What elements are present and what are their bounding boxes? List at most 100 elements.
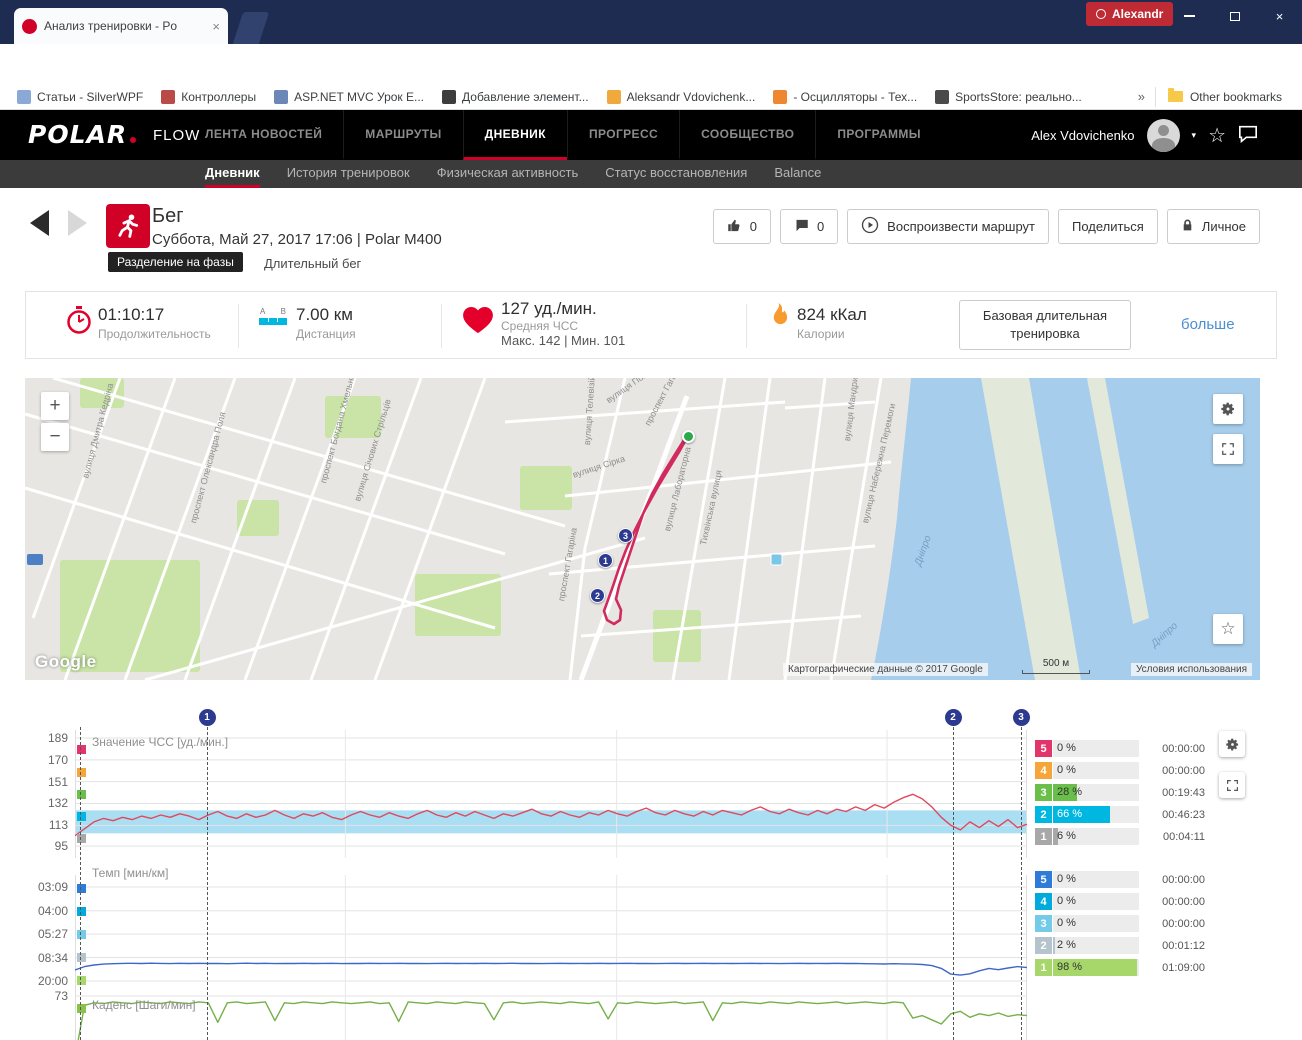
close-button[interactable]: × bbox=[1257, 0, 1302, 32]
bookmark-item[interactable]: - Осцилляторы - Тех... bbox=[764, 89, 926, 104]
subnav-item-2[interactable]: История тренировок bbox=[287, 160, 410, 188]
map-zoom-out-button[interactable]: − bbox=[41, 423, 69, 451]
map-fullscreen-button[interactable] bbox=[1213, 434, 1243, 464]
privacy-button[interactable]: Личное bbox=[1166, 209, 1260, 244]
bookmark-favicon-icon bbox=[935, 89, 950, 104]
nav-item-2[interactable]: МАРШРУТЫ bbox=[343, 110, 462, 160]
phase-divider-line bbox=[953, 727, 955, 1040]
calories-label: Калории bbox=[797, 327, 845, 341]
calories-value: 824 кКал bbox=[797, 305, 867, 324]
chevron-down-icon[interactable]: ▾ bbox=[1192, 130, 1197, 141]
pace-axis-tick: 05:27 bbox=[37, 927, 68, 942]
route-phase-marker[interactable]: 3 bbox=[618, 528, 633, 543]
zone-bar: 66 % bbox=[1053, 806, 1139, 823]
ruler-icon bbox=[259, 318, 287, 325]
nav-item-4[interactable]: ПРОГРЕСС bbox=[566, 110, 679, 160]
window-controls: × bbox=[1167, 0, 1302, 32]
subnav-item-1[interactable]: Дневник bbox=[205, 160, 260, 188]
user-name[interactable]: Alex Vdovichenko bbox=[1031, 128, 1134, 143]
map-canvas[interactable]: + − ☆ Google Картографические данные © 2… bbox=[25, 378, 1260, 680]
zone-percent: 28 % bbox=[1057, 786, 1083, 798]
training-benefit-button[interactable]: Базовая длительная тренировка bbox=[959, 300, 1131, 350]
new-tab-button[interactable] bbox=[232, 12, 270, 44]
zone-time: 00:01:12 bbox=[1162, 939, 1205, 952]
map-settings-button[interactable] bbox=[1213, 394, 1243, 424]
phase-marker[interactable]: 2 bbox=[944, 709, 962, 726]
pace-chart-canvas[interactable] bbox=[75, 875, 1027, 992]
hr-zone-chip bbox=[77, 834, 86, 843]
titlebar: Анализ тренировки - Po × Alexandr × bbox=[0, 0, 1302, 44]
zone-bar: 0 % bbox=[1053, 915, 1139, 932]
favorites-star-icon[interactable]: ☆ bbox=[1208, 123, 1226, 148]
bookmark-item[interactable]: SportsStore: реально... bbox=[926, 89, 1091, 104]
browser-tab[interactable]: Анализ тренировки - Po × bbox=[14, 8, 228, 44]
phase-marker[interactable]: 3 bbox=[1012, 709, 1030, 726]
nav-item-1[interactable]: ЛЕНТА НОВОСТЕЙ bbox=[184, 110, 343, 160]
browser-profile-button[interactable]: Alexandr bbox=[1086, 2, 1174, 26]
bookmark-item[interactable]: Контроллеры bbox=[152, 89, 265, 104]
route-phase-marker[interactable]: 2 bbox=[590, 588, 605, 603]
hr-zone-band bbox=[75, 810, 1027, 834]
minimize-button[interactable] bbox=[1167, 0, 1212, 32]
cadence-chart-canvas[interactable] bbox=[75, 992, 1027, 1040]
subnav-item-5[interactable]: Balance bbox=[774, 160, 821, 188]
map-favorite-button[interactable]: ☆ bbox=[1213, 614, 1243, 644]
phase-divider-line bbox=[80, 727, 82, 1040]
browser-window: Анализ тренировки - Po × Alexandr × ← → … bbox=[0, 0, 1302, 1040]
hr-axis-tick: 189 bbox=[47, 731, 68, 745]
tab-close-icon[interactable]: × bbox=[212, 19, 220, 34]
zone-percent: 6 % bbox=[1057, 830, 1076, 842]
pace-series-line bbox=[75, 962, 1027, 976]
bookmark-item[interactable]: ASP.NET MVC Урок Е... bbox=[265, 89, 433, 104]
avatar[interactable] bbox=[1146, 118, 1180, 152]
subnav-item-3[interactable]: Физическая активность bbox=[437, 160, 579, 188]
phase-split-tooltip[interactable]: Разделение на фазы bbox=[108, 252, 243, 272]
chart-settings-button[interactable] bbox=[1219, 731, 1245, 757]
subtitle-divider: | bbox=[356, 231, 361, 248]
nav-item-3[interactable]: ДНЕВНИК bbox=[462, 110, 567, 160]
pace-axis-tick: 08:34 bbox=[37, 950, 68, 965]
phase-marker[interactable]: 1 bbox=[198, 709, 216, 726]
previous-session-button[interactable] bbox=[30, 210, 49, 236]
share-button[interactable]: Поделиться bbox=[1057, 209, 1158, 244]
more-link[interactable]: больше bbox=[1181, 316, 1235, 333]
google-logo: Google bbox=[35, 652, 97, 671]
bookmark-item[interactable]: Добавление элемент... bbox=[433, 89, 598, 104]
map-zoom-in-button[interactable]: + bbox=[41, 392, 69, 420]
maximize-button[interactable] bbox=[1212, 0, 1257, 32]
nav-item-6[interactable]: ПРОГРАММЫ bbox=[815, 110, 942, 160]
like-button[interactable]: 0 bbox=[712, 209, 771, 244]
road-number-sign bbox=[27, 554, 43, 565]
hr-chart-canvas[interactable] bbox=[75, 730, 1027, 858]
nav-item-5[interactable]: СООБЩЕСТВО bbox=[679, 110, 815, 160]
bookmark-item[interactable]: Статьи - SilverWPF bbox=[8, 89, 152, 104]
next-session-button[interactable] bbox=[68, 210, 87, 236]
comment-button[interactable]: 0 bbox=[779, 209, 839, 244]
zone-bar: 28 % bbox=[1053, 784, 1139, 801]
addressbar: ← → ↻ Secure https:// flow.polar.com/tra… bbox=[0, 44, 1302, 123]
bookmark-item[interactable]: Aleksandr Vdovichenk... bbox=[598, 89, 765, 104]
map-terms-link[interactable]: Условия использования bbox=[1131, 663, 1252, 676]
zone-percent: 66 % bbox=[1057, 808, 1083, 820]
chart-fullscreen-button[interactable] bbox=[1219, 772, 1245, 798]
zone-row: 1 98 % 01:09:00 bbox=[1035, 959, 1205, 976]
route-phase-marker[interactable]: 1 bbox=[598, 553, 613, 568]
feedback-chat-icon[interactable] bbox=[1238, 125, 1258, 146]
pace-axis-tick: 20:00 bbox=[37, 974, 68, 988]
privacy-label: Личное bbox=[1201, 219, 1246, 234]
zone-row: 5 0 % 00:00:00 bbox=[1035, 740, 1205, 757]
hr-zone-chip bbox=[77, 790, 86, 799]
duration-label: Продолжительность bbox=[98, 327, 211, 341]
overflow-bookmarks-button[interactable]: » bbox=[1128, 89, 1155, 104]
pace-axis-tick: 03:09 bbox=[37, 880, 68, 894]
subnav-item-4[interactable]: Статус восстановления bbox=[605, 160, 747, 188]
other-bookmarks-button[interactable]: Other bookmarks bbox=[1154, 86, 1294, 107]
play-route-button[interactable]: Воспроизвести маршрут bbox=[847, 209, 1049, 244]
stopwatch-icon bbox=[66, 306, 92, 339]
sport-title: Бег bbox=[152, 205, 184, 227]
cadence-series-line bbox=[77, 1001, 1027, 1040]
pace-chart-legend: Темп [мин/км] bbox=[92, 866, 169, 880]
zone-bar: 0 % bbox=[1053, 871, 1139, 888]
pace-axis-tick: 04:00 bbox=[37, 903, 68, 918]
polar-logo[interactable]: POLAR bbox=[28, 120, 136, 149]
